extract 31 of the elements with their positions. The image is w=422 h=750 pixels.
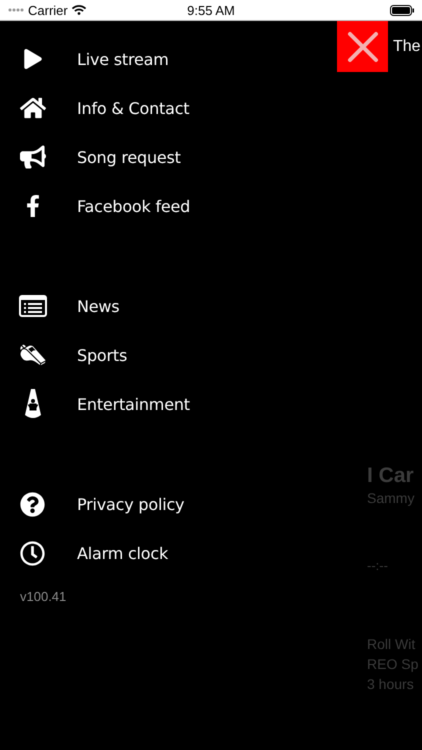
menu-item[interactable]: Sports: [0, 342, 337, 368]
menu-item[interactable]: Song request: [0, 144, 337, 170]
menu-item[interactable]: Live stream: [0, 46, 337, 72]
news-list-icon: [18, 295, 46, 317]
close-icon: [346, 30, 378, 62]
song-title: I Car: [367, 464, 415, 488]
menu-item[interactable]: Alarm clock: [0, 540, 337, 566]
time-label: --:--: [367, 557, 389, 575]
wifi-icon: [72, 3, 86, 17]
home-icon: [20, 95, 46, 121]
version-label: v100.41: [20, 589, 68, 604]
header-title: The: [393, 38, 421, 56]
menu-item[interactable]: Info & Contact: [0, 95, 337, 121]
help-icon: [20, 492, 45, 516]
carrier-label: Carrier: [28, 2, 68, 18]
megaphone-icon: [20, 144, 46, 170]
close-button[interactable]: [337, 21, 388, 72]
play-icon: [22, 49, 42, 69]
menu-item[interactable]: Entertainment: [0, 391, 337, 417]
previous-song-text: 3 hours: [367, 675, 415, 694]
menu-item[interactable]: News: [0, 293, 337, 319]
battery-icon: [390, 4, 414, 16]
previous-song-text: REO Sp: [367, 655, 420, 674]
clock-icon: [20, 540, 45, 566]
menu-item[interactable]: Facebook feed: [0, 193, 337, 219]
signal-icon: [8, 8, 24, 12]
clock-time: 9:55 AM: [187, 2, 235, 18]
menu-item[interactable]: Privacy policy: [0, 491, 337, 517]
song-artist: Sammy: [367, 489, 416, 508]
previous-song-text: Roll Wit: [367, 635, 416, 654]
spotlight-icon: [24, 389, 40, 419]
